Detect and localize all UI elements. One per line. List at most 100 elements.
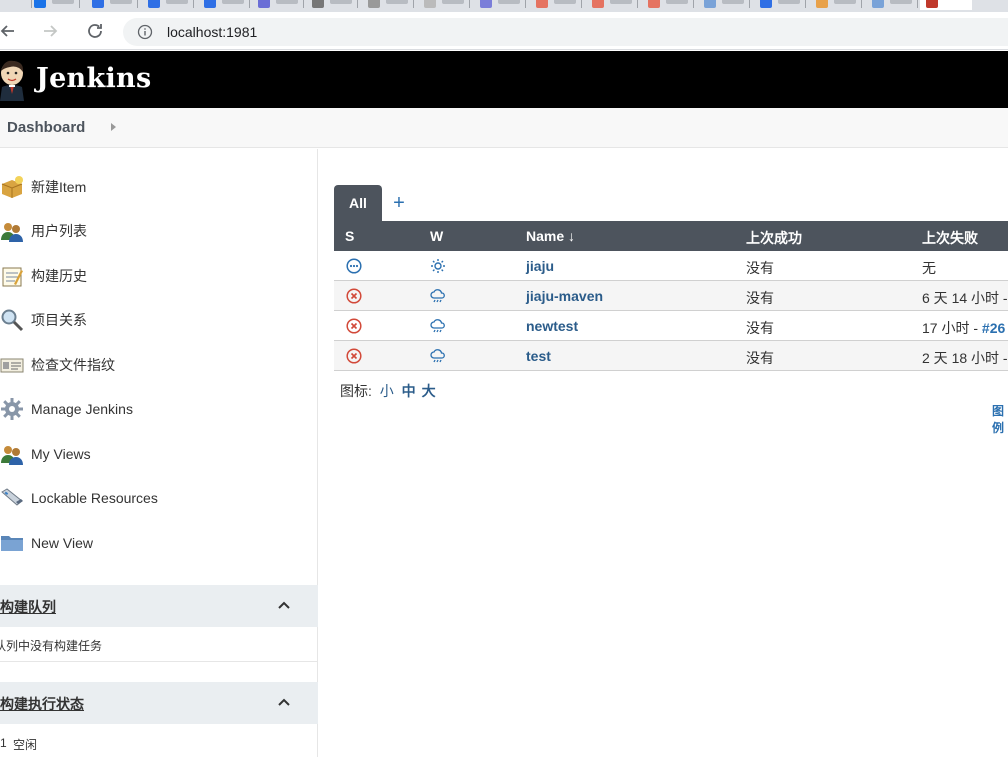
back-arrow-icon[interactable] [0, 18, 20, 44]
browser-tabstrip [0, 0, 1008, 12]
failed-status-icon [346, 318, 362, 334]
browser-tab[interactable] [810, 0, 862, 10]
sidebar-item-new-item[interactable]: 新建Item [0, 169, 318, 205]
browser-tab[interactable] [86, 0, 138, 10]
jenkins-header: Jenkins [0, 51, 1008, 108]
legend-link[interactable]: 图例 [992, 402, 1008, 436]
job-last-success: 没有 [746, 290, 774, 306]
browser-tab[interactable] [474, 0, 526, 10]
jenkins-title[interactable]: Jenkins [36, 63, 151, 94]
column-name[interactable]: Name ↓ [526, 228, 575, 244]
table-row: newtest 没有 17 小时 - #26 [334, 311, 1008, 341]
reload-icon[interactable] [82, 18, 108, 44]
icon-size-large[interactable]: 大 [422, 383, 436, 399]
magnifier-icon [0, 308, 24, 332]
forward-arrow-icon[interactable] [38, 18, 64, 44]
icon-size-small[interactable]: 小 [380, 383, 394, 399]
storm-weather-icon [430, 348, 446, 364]
browser-tab[interactable] [362, 0, 414, 10]
chevron-up-icon[interactable] [277, 598, 291, 617]
browser-tab[interactable] [252, 0, 304, 10]
add-view-tab[interactable]: + [389, 193, 409, 213]
breadcrumb: Dashboard [0, 108, 1008, 148]
build-queue-body: 队列中没有构建任务 [0, 627, 318, 662]
executor-number: 1 [0, 736, 7, 750]
sidebar-item-label: 新建Item [31, 179, 87, 195]
usb-icon [0, 486, 24, 510]
failed-status-icon [346, 348, 362, 364]
browser-tab[interactable] [530, 0, 582, 10]
build-queue-title[interactable]: 构建队列 [0, 597, 56, 617]
not-built-status-icon [346, 258, 362, 274]
sidebar-item-manage-jenkins[interactable]: Manage Jenkins [0, 391, 318, 427]
executors-header[interactable]: 构建执行状态 [0, 682, 318, 724]
jenkins-logo-icon[interactable] [0, 59, 26, 101]
column-last-failure[interactable]: 上次失败 [922, 228, 978, 248]
browser-tab[interactable] [142, 0, 194, 10]
icon-size-medium[interactable]: 中 [402, 383, 416, 399]
breadcrumb-caret-icon[interactable] [111, 123, 116, 131]
icon-size-label: 图标: [340, 383, 372, 399]
browser-tab[interactable] [306, 0, 358, 10]
window-control[interactable] [982, 0, 1008, 12]
sidebar-item-project-relationship[interactable]: 项目关系 [0, 302, 318, 338]
notepad-icon [0, 264, 24, 288]
sidebar-item-label: New View [31, 535, 93, 551]
fingerprint-icon [0, 353, 24, 377]
browser-tab[interactable] [698, 0, 750, 10]
browser-tab[interactable] [866, 0, 918, 10]
table-row: jiaju-maven 没有 6 天 14 小时 - [334, 281, 1008, 311]
job-last-failure: 6 天 14 小时 - [922, 290, 1008, 306]
table-row: jiaju 没有 无 [334, 251, 1008, 281]
chevron-up-icon[interactable] [277, 695, 291, 714]
job-last-success: 没有 [746, 320, 774, 336]
breadcrumb-dashboard[interactable]: Dashboard [7, 119, 85, 136]
job-name-link[interactable]: newtest [526, 318, 578, 334]
job-last-success: 没有 [746, 260, 774, 276]
job-last-failure: 17 小时 - #26 [922, 318, 1005, 338]
job-last-failure-text: 17 小时 - [922, 320, 982, 336]
job-name-link[interactable]: test [526, 348, 551, 364]
sidebar-item-label: Manage Jenkins [31, 401, 133, 417]
main-content: All + S W Name ↓ 上次成功 上次失败 jiaju 没有 无 ji… [319, 149, 1008, 757]
browser-tab[interactable] [28, 0, 80, 10]
sidebar-item-my-views[interactable]: My Views [0, 436, 318, 472]
build-queue-empty-text: 队列中没有构建任务 [0, 639, 103, 653]
sidebar-item-lockable-resources[interactable]: Lockable Resources [0, 480, 318, 516]
sidebar-item-fingerprint[interactable]: 检查文件指纹 [0, 347, 318, 383]
tab-all[interactable]: All [334, 185, 382, 221]
sidebar-item-label: 项目关系 [31, 312, 87, 328]
executor-state: 空闲 [13, 738, 38, 752]
sidebar-item-new-view[interactable]: New View [0, 525, 318, 561]
browser-tab[interactable] [754, 0, 806, 10]
build-queue-header[interactable]: 构建队列 [0, 585, 318, 627]
sidebar-item-build-history[interactable]: 构建历史 [0, 258, 318, 294]
browser-tab[interactable] [418, 0, 470, 10]
storm-weather-icon [430, 288, 446, 304]
browser-tab[interactable] [586, 0, 638, 10]
table-row: test 没有 2 天 18 小时 - [334, 341, 1008, 371]
sidebar-item-people[interactable]: 用户列表 [0, 213, 318, 249]
job-last-failure: 2 天 18 小时 - [922, 350, 1008, 366]
executors-title[interactable]: 构建执行状态 [0, 694, 84, 714]
sidebar-item-label: 检查文件指纹 [31, 357, 115, 373]
users-icon [0, 442, 24, 466]
sunny-weather-icon [430, 258, 446, 274]
address-url[interactable]: localhost:1981 [167, 24, 257, 40]
job-name-link[interactable]: jiaju-maven [526, 288, 603, 304]
users-icon [0, 219, 24, 243]
address-bar[interactable]: localhost:1981 [123, 18, 1008, 46]
browser-tab-active[interactable] [920, 0, 972, 10]
executors-body: 1 空闲 [0, 724, 318, 757]
browser-tab[interactable] [642, 0, 694, 10]
failed-status-icon [346, 288, 362, 304]
icon-size-legend: 图标: 小 中 大 [340, 381, 436, 401]
build-number-link[interactable]: #26 [982, 320, 1005, 336]
column-status[interactable]: S [345, 228, 354, 244]
job-last-failure: 无 [922, 260, 936, 276]
info-icon[interactable] [137, 24, 153, 45]
column-weather[interactable]: W [430, 228, 443, 244]
column-last-success[interactable]: 上次成功 [746, 228, 802, 248]
browser-tab[interactable] [198, 0, 250, 10]
job-name-link[interactable]: jiaju [526, 258, 554, 274]
